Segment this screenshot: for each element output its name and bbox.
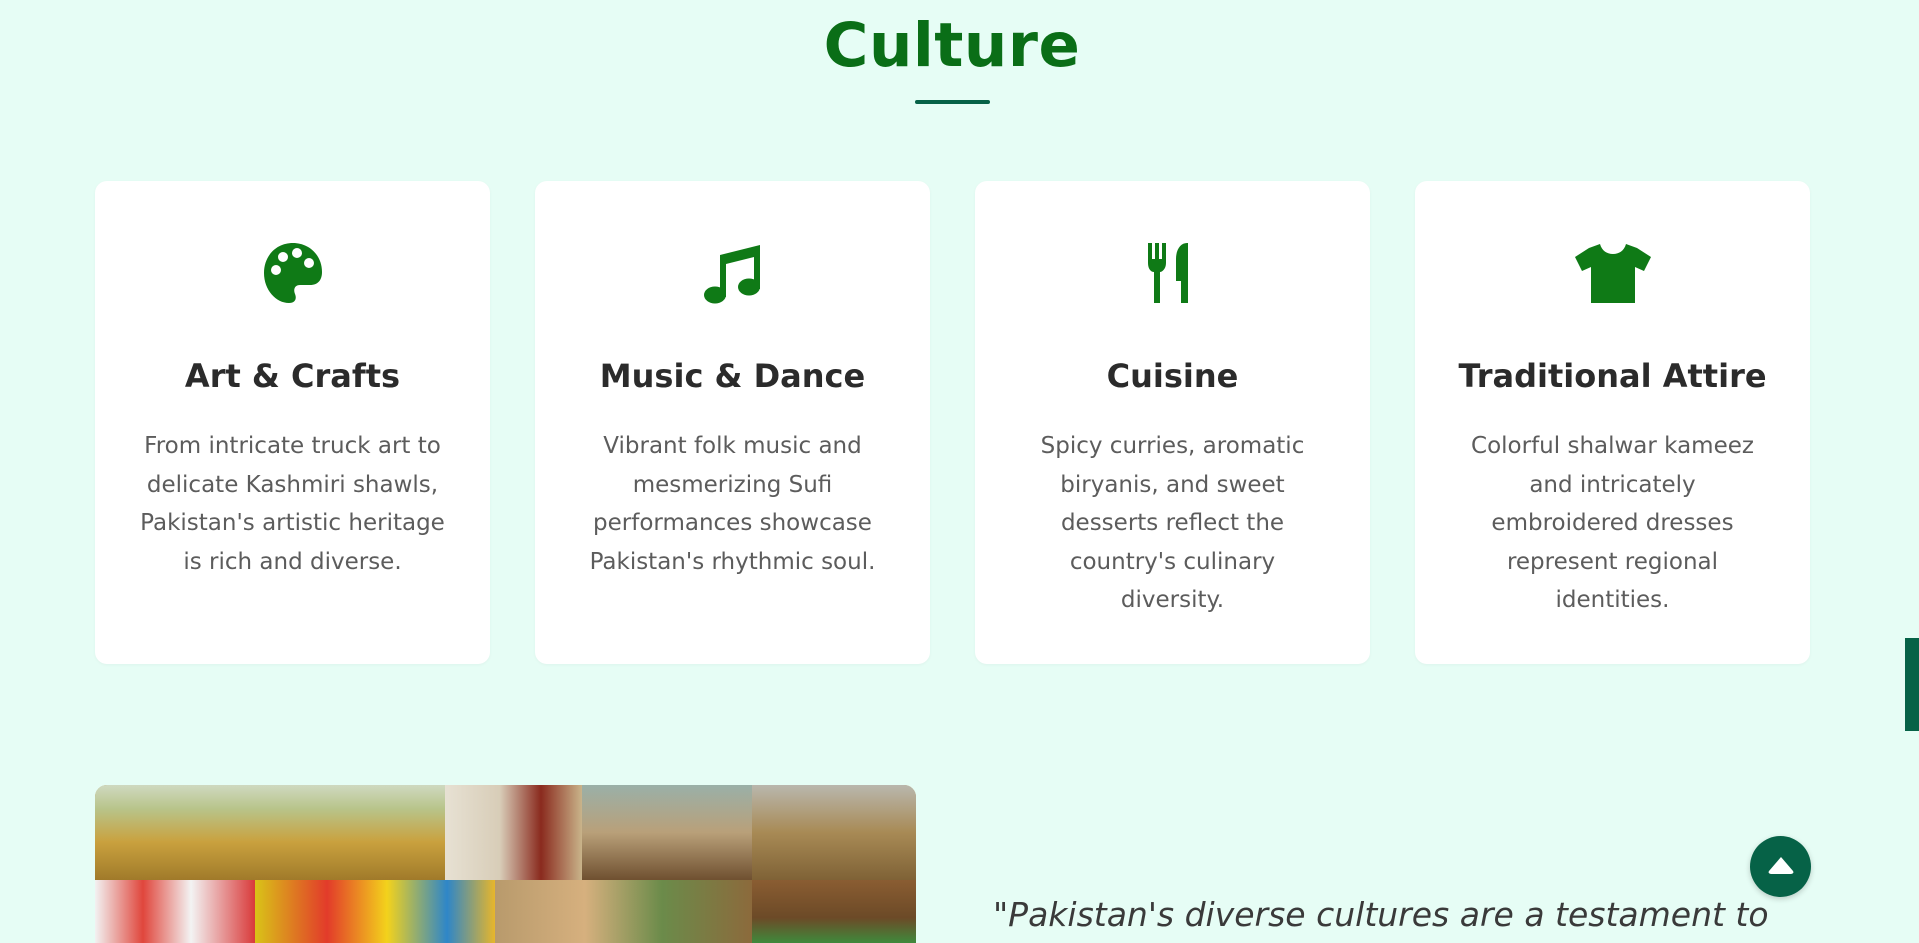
- card-title: Art & Crafts: [184, 357, 401, 395]
- culture-collage-image: [95, 785, 916, 943]
- village-scene-image: [752, 785, 916, 880]
- music-note-icon: [535, 237, 930, 309]
- card-cuisine: Cuisine Spicy curries, aromatic biryanis…: [975, 181, 1370, 664]
- card-art-crafts: Art & Crafts From intricate truck art to…: [95, 181, 490, 664]
- utensils-icon: [975, 237, 1370, 309]
- card-title: Traditional Attire: [1458, 357, 1767, 395]
- palette-icon: [95, 237, 490, 309]
- card-traditional-attire: Traditional Attire Colorful shalwar kame…: [1415, 181, 1810, 664]
- woman-spinning-image: [445, 785, 582, 880]
- cooking-scene-image: [582, 785, 752, 880]
- card-description: Spicy curries, aromatic biryanis, and sw…: [1040, 433, 1305, 613]
- card-title: Music & Dance: [599, 357, 866, 395]
- painting-figures-image: [495, 880, 752, 943]
- card-description: Vibrant folk music and mesmerizing Sufi …: [589, 433, 876, 575]
- culture-cards: Art & Crafts From intricate truck art to…: [95, 181, 1811, 664]
- card-description: Colorful shalwar kameez and intricately …: [1471, 433, 1754, 613]
- card-title: Cuisine: [1106, 357, 1239, 395]
- title-underline: [915, 100, 990, 104]
- card-description: From intricate truck art to delicate Kas…: [140, 433, 445, 575]
- section-title: Culture: [823, 10, 1081, 81]
- culture-quote: "Pakistan's diverse cultures are a testa…: [993, 895, 1769, 934]
- card-music-dance: Music & Dance Vibrant folk music and mes…: [535, 181, 930, 664]
- scroll-to-top-button[interactable]: [1750, 836, 1811, 897]
- tshirt-icon: [1415, 237, 1810, 309]
- chevron-up-icon: [1767, 855, 1795, 879]
- festival-crowd-image: [255, 880, 495, 943]
- rural-life-image: [752, 880, 916, 943]
- harvest-scene-image: [95, 785, 445, 880]
- side-tab[interactable]: [1905, 638, 1919, 731]
- dancers-image: [95, 880, 255, 943]
